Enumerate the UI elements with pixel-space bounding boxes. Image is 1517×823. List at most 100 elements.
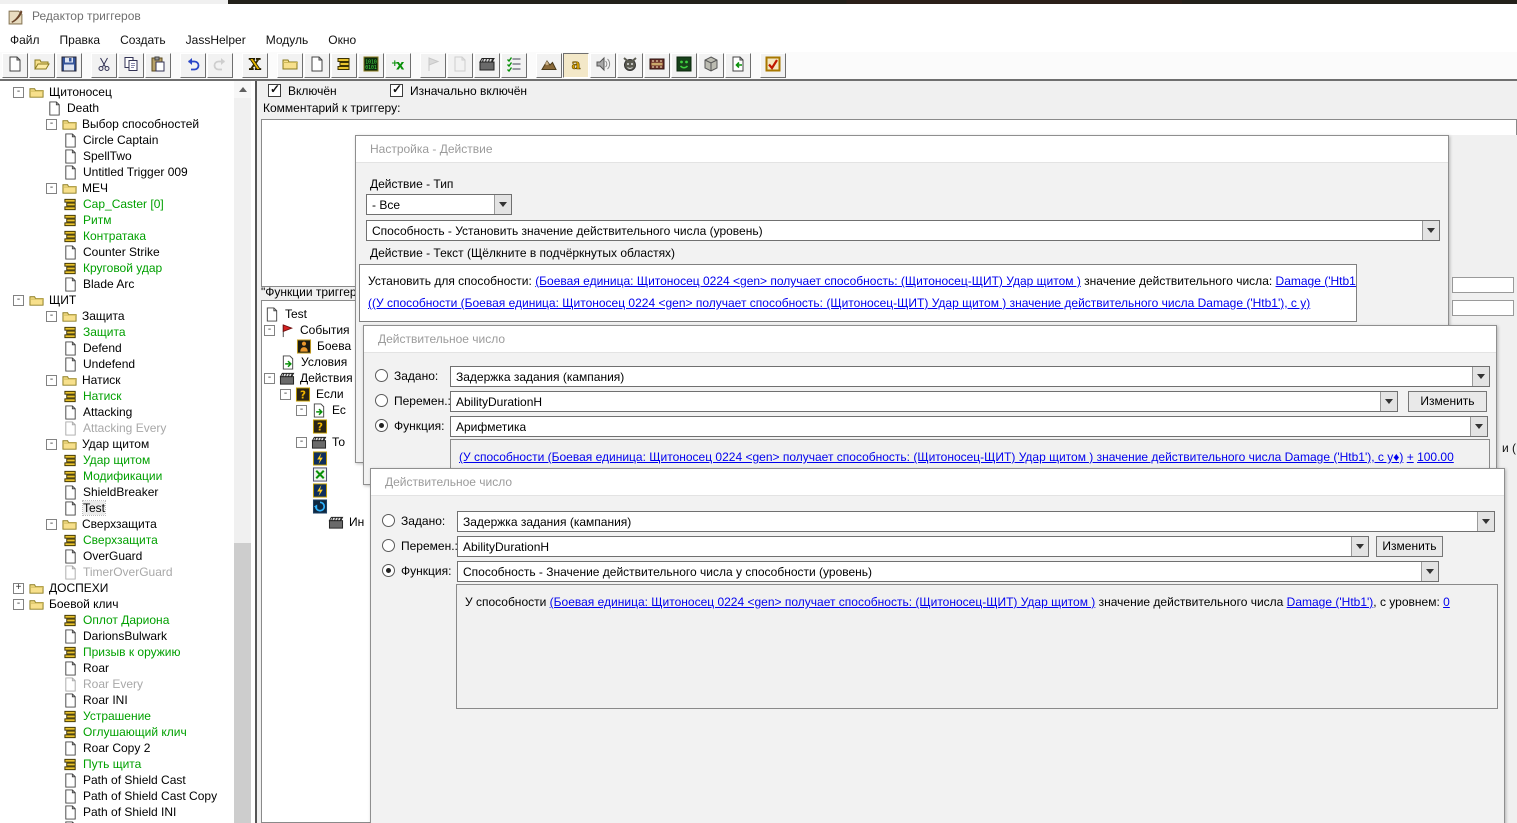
tree-item-ритм[interactable]: Ритм xyxy=(62,212,111,228)
tree-item-blade-arc[interactable]: Blade Arc xyxy=(62,276,134,292)
combo-arrow-icon[interactable] xyxy=(1477,512,1494,531)
expand-toggle-icon[interactable]: + xyxy=(13,582,24,594)
function-item-если[interactable]: -? Если xyxy=(280,386,344,402)
function-radio[interactable] xyxy=(382,564,395,577)
tree-item-path-of-shield-cast-copy[interactable]: Path of Shield Cast Copy xyxy=(62,788,217,804)
menu-jasshelper[interactable]: JassHelper xyxy=(176,30,256,50)
tree-item-натиск[interactable]: - Натиск xyxy=(46,372,121,388)
tree-item-untitled-trigger-009[interactable]: Untitled Trigger 009 xyxy=(62,164,188,180)
menu-модуль[interactable]: Модуль xyxy=(256,30,319,50)
sound-editor-button[interactable] xyxy=(590,53,616,78)
tree-item-путь-щита[interactable]: Путь щита xyxy=(62,756,141,772)
function-item-ес[interactable]: - Ес xyxy=(296,402,346,418)
new-trigger-comment-button[interactable] xyxy=(331,53,357,78)
function-text-line[interactable]: У способности (Боевая единица: Щитоносец… xyxy=(465,592,1489,612)
tree-item-test[interactable]: Test xyxy=(62,500,107,516)
preset-combo[interactable]: Задержка задания (кампания) xyxy=(457,511,1495,532)
parameter-link[interactable]: 100.00 xyxy=(1417,450,1454,464)
tree-item-undefend[interactable]: Undefend xyxy=(62,356,135,372)
scroll-up-button[interactable] xyxy=(234,81,251,98)
edit-variable-button[interactable]: Изменить xyxy=(1408,391,1487,412)
enabled-checkbox[interactable] xyxy=(268,82,281,97)
initially-enabled-checkbox[interactable] xyxy=(390,82,403,97)
action-type-combo[interactable]: - Все xyxy=(366,194,512,215)
paste-button[interactable] xyxy=(145,53,171,78)
combo-arrow-icon[interactable] xyxy=(1380,392,1397,411)
tree-item-сверхзащита[interactable]: - Сверхзащита xyxy=(46,516,157,532)
variable-combo[interactable]: AbilityDurationH xyxy=(450,391,1398,412)
tree-item-защита[interactable]: - Защита xyxy=(46,308,125,324)
parameter-link[interactable]: (Боевая единица: Щитоносец 0224 <gen> по… xyxy=(535,274,1081,288)
function-item[interactable] xyxy=(312,450,333,466)
tree-item-призыв-к-оружию[interactable]: Призыв к оружию xyxy=(62,644,181,660)
tree-item-roar-ini[interactable]: Roar INI xyxy=(62,692,128,708)
variable-combo[interactable]: AbilityDurationH xyxy=(457,536,1369,557)
tree-item-cap-caster-0-[interactable]: Cap_Caster [0] xyxy=(62,196,164,212)
import-manager-button[interactable] xyxy=(725,53,751,78)
menu-окно[interactable]: Окно xyxy=(318,30,366,50)
expand-toggle-icon[interactable]: - xyxy=(46,118,57,130)
tree-item-щитоносец[interactable]: - Щитоносец xyxy=(13,84,112,100)
preset-radio[interactable] xyxy=(382,514,395,527)
parameter-link[interactable]: + xyxy=(1407,450,1414,464)
copy-button[interactable] xyxy=(118,53,144,78)
tree-item-roar[interactable]: Roar xyxy=(62,660,109,676)
tree-item-path-of-shield-ini[interactable]: Path of Shield INI xyxy=(62,804,176,820)
tree-item-устрашение[interactable]: Устрашение xyxy=(62,708,151,724)
cut-button[interactable] xyxy=(91,53,117,78)
combo-arrow-icon[interactable] xyxy=(1470,417,1487,436)
expand-toggle-icon[interactable]: - xyxy=(13,598,24,610)
tree-item-attacking[interactable]: Attacking xyxy=(62,404,132,420)
expand-toggle-icon[interactable]: - xyxy=(13,86,24,98)
function-item-боева[interactable]: Боева xyxy=(296,338,351,354)
terrain-editor-button[interactable] xyxy=(536,53,562,78)
tree-item-модификации[interactable]: Модификации xyxy=(62,468,162,484)
object-editor-button[interactable] xyxy=(617,53,643,78)
function-text-line[interactable]: (У способности (Боевая единица: Щитоносе… xyxy=(459,447,1481,467)
tree-item-path-of-shield-cast[interactable]: Path of Shield Cast xyxy=(62,772,186,788)
new-script-button[interactable]: + x xyxy=(385,53,411,78)
tree-item-spelltwo[interactable]: SpellTwo xyxy=(62,148,132,164)
expand-toggle-icon[interactable]: - xyxy=(46,182,57,194)
function-item-условия[interactable]: Условия xyxy=(280,354,347,370)
trigger-editor-button[interactable]: a xyxy=(563,53,589,78)
variable-radio[interactable] xyxy=(375,394,388,407)
tree-scrollbar[interactable] xyxy=(234,81,251,823)
tree-item-timeroverguard[interactable]: TimerOverGuard xyxy=(62,564,173,580)
expand-toggle-icon[interactable]: - xyxy=(264,372,275,384)
tree-item-counter-strike[interactable]: Counter Strike xyxy=(62,244,160,260)
combo-arrow-icon[interactable] xyxy=(494,195,511,214)
function-item[interactable]: ? xyxy=(312,418,333,434)
tree-item-оплот-дариона[interactable]: Оплот Дариона xyxy=(62,612,169,628)
expand-toggle-icon[interactable]: - xyxy=(280,388,291,400)
menu-правка[interactable]: Правка xyxy=(50,30,111,50)
parameter-link[interactable]: ((У способности (Боевая единица: Щитонос… xyxy=(368,296,1310,310)
combo-arrow-icon[interactable] xyxy=(1472,367,1489,386)
expand-toggle-icon[interactable]: - xyxy=(46,310,57,322)
tree-item-меч[interactable]: - МЕЧ xyxy=(46,180,108,196)
tree-item-defend[interactable]: Defend xyxy=(62,340,122,356)
expand-toggle-icon[interactable]: - xyxy=(46,518,57,530)
function-item-действия[interactable]: - Действия xyxy=(264,370,353,386)
parameter-link[interactable]: 0 xyxy=(1443,595,1450,609)
action-text-line1[interactable]: Установить для способности: (Боевая един… xyxy=(368,270,1356,292)
convert-to-custom-text-button[interactable]: 1010 0101 xyxy=(358,53,384,78)
combo-arrow-icon[interactable] xyxy=(1351,537,1368,556)
tree-item-контратака[interactable]: Контратака xyxy=(62,228,146,244)
preset-radio[interactable] xyxy=(375,369,388,382)
preset-combo[interactable]: Задержка задания (кампания) xyxy=(450,366,1490,387)
test-options-button[interactable] xyxy=(760,53,786,78)
new-document-button[interactable] xyxy=(2,53,28,78)
variable-radio[interactable] xyxy=(382,539,395,552)
edit-actions-button[interactable] xyxy=(474,53,500,78)
function-radio[interactable] xyxy=(375,419,388,432)
open-map-button[interactable] xyxy=(29,53,55,78)
function-combo[interactable]: Способность - Значение действительного ч… xyxy=(457,561,1439,582)
tree-item-overguard[interactable]: OverGuard xyxy=(62,548,142,564)
expand-toggle-icon[interactable]: - xyxy=(46,438,57,450)
tree-item-удар-щитом[interactable]: - Удар щитом xyxy=(46,436,149,452)
tree-item-attacking-every[interactable]: Attacking Every xyxy=(62,420,166,436)
parameter-link[interactable]: Damage ('Htb1') xyxy=(1287,595,1374,609)
tree-item-доспехи[interactable]: + ДОСПЕХИ xyxy=(13,580,108,596)
tree-item-roar-copy-2[interactable]: Roar Copy 2 xyxy=(62,740,150,756)
